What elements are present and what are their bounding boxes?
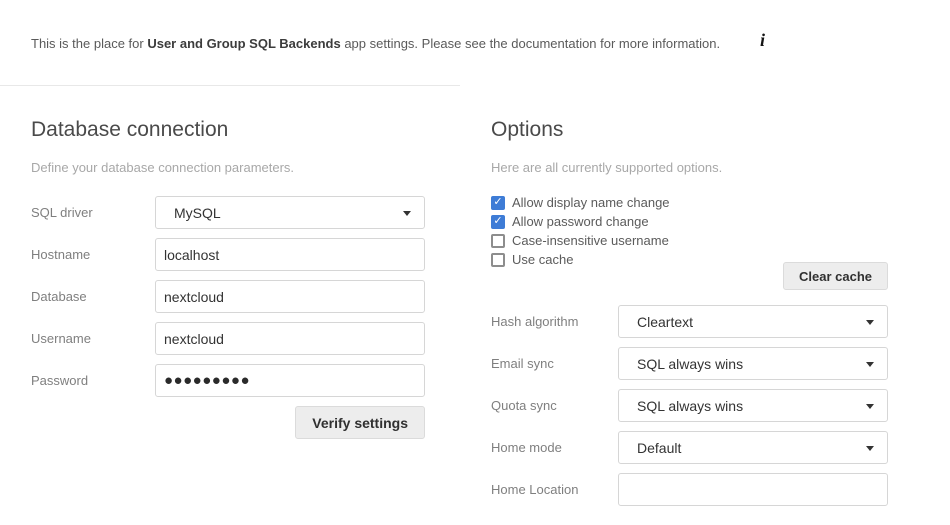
- section-divider: [0, 85, 460, 86]
- chevron-down-icon: [403, 211, 411, 216]
- allow-display-name-change-label: Allow display name change: [512, 195, 670, 210]
- email-sync-label: Email sync: [491, 356, 618, 371]
- description-text-before: This is the place for: [31, 36, 147, 51]
- case-insensitive-username-row[interactable]: Case-insensitive username: [491, 231, 888, 250]
- sql-driver-label: SQL driver: [31, 205, 155, 220]
- chevron-down-icon: [866, 320, 874, 325]
- hash-algorithm-value: Cleartext: [637, 314, 693, 330]
- home-mode-row: Home mode Default: [491, 431, 888, 464]
- allow-display-name-change-checkbox[interactable]: [491, 196, 505, 210]
- database-connection-title: Database connection: [31, 117, 425, 142]
- home-location-row: Home Location: [491, 473, 888, 506]
- database-label: Database: [31, 289, 155, 304]
- app-settings-page: This is the place for User and Group SQL…: [0, 0, 950, 525]
- home-mode-select[interactable]: Default: [618, 431, 888, 464]
- quota-sync-select[interactable]: SQL always wins: [618, 389, 888, 422]
- options-section: Options Here are all currently supported…: [491, 117, 888, 515]
- options-subtitle: Here are all currently supported options…: [491, 160, 888, 175]
- email-sync-select[interactable]: SQL always wins: [618, 347, 888, 380]
- quota-sync-label: Quota sync: [491, 398, 618, 413]
- description-text-after: app settings. Please see the documentati…: [341, 36, 720, 51]
- quota-sync-value: SQL always wins: [637, 398, 743, 414]
- database-connection-subtitle: Define your database connection paramete…: [31, 160, 425, 175]
- info-icon[interactable]: i: [760, 31, 765, 49]
- hostname-input[interactable]: [155, 238, 425, 271]
- chevron-down-icon: [866, 404, 874, 409]
- options-title: Options: [491, 117, 888, 142]
- sql-driver-select[interactable]: MySQL: [155, 196, 425, 229]
- home-mode-value: Default: [637, 440, 681, 456]
- case-insensitive-username-checkbox[interactable]: [491, 234, 505, 248]
- sql-driver-row: SQL driver MySQL: [31, 196, 425, 229]
- verify-settings-row: Verify settings: [31, 406, 425, 439]
- hash-algorithm-label: Hash algorithm: [491, 314, 618, 329]
- username-row: Username: [31, 322, 425, 355]
- clear-cache-button[interactable]: Clear cache: [783, 262, 888, 290]
- verify-settings-button[interactable]: Verify settings: [295, 406, 425, 439]
- database-input[interactable]: [155, 280, 425, 313]
- app-settings-description: This is the place for User and Group SQL…: [31, 36, 720, 51]
- allow-display-name-change-row[interactable]: Allow display name change: [491, 193, 888, 212]
- chevron-down-icon: [866, 446, 874, 451]
- password-label: Password: [31, 373, 155, 388]
- hostname-label: Hostname: [31, 247, 155, 262]
- email-sync-row: Email sync SQL always wins: [491, 347, 888, 380]
- case-insensitive-username-label: Case-insensitive username: [512, 233, 669, 248]
- quota-sync-row: Quota sync SQL always wins: [491, 389, 888, 422]
- username-label: Username: [31, 331, 155, 346]
- username-input[interactable]: [155, 322, 425, 355]
- database-row: Database: [31, 280, 425, 313]
- chevron-down-icon: [866, 362, 874, 367]
- password-row: Password: [31, 364, 425, 397]
- hash-algorithm-select[interactable]: Cleartext: [618, 305, 888, 338]
- home-mode-label: Home mode: [491, 440, 618, 455]
- allow-password-change-checkbox[interactable]: [491, 215, 505, 229]
- use-cache-label: Use cache: [512, 252, 573, 267]
- use-cache-checkbox[interactable]: [491, 253, 505, 267]
- allow-password-change-row[interactable]: Allow password change: [491, 212, 888, 231]
- hostname-row: Hostname: [31, 238, 425, 271]
- options-form: Hash algorithm Cleartext Email sync SQL …: [491, 305, 888, 506]
- hash-algorithm-row: Hash algorithm Cleartext: [491, 305, 888, 338]
- password-field[interactable]: [155, 364, 425, 397]
- sql-driver-value: MySQL: [174, 205, 221, 221]
- allow-password-change-label: Allow password change: [512, 214, 649, 229]
- database-connection-form: SQL driver MySQL Hostname Database Usern…: [31, 196, 425, 439]
- home-location-label: Home Location: [491, 482, 618, 497]
- app-name: User and Group SQL Backends: [147, 36, 340, 51]
- email-sync-value: SQL always wins: [637, 356, 743, 372]
- database-connection-section: Database connection Define your database…: [31, 117, 425, 448]
- home-location-input[interactable]: [618, 473, 888, 506]
- options-checkbox-list: Allow display name change Allow password…: [491, 193, 888, 269]
